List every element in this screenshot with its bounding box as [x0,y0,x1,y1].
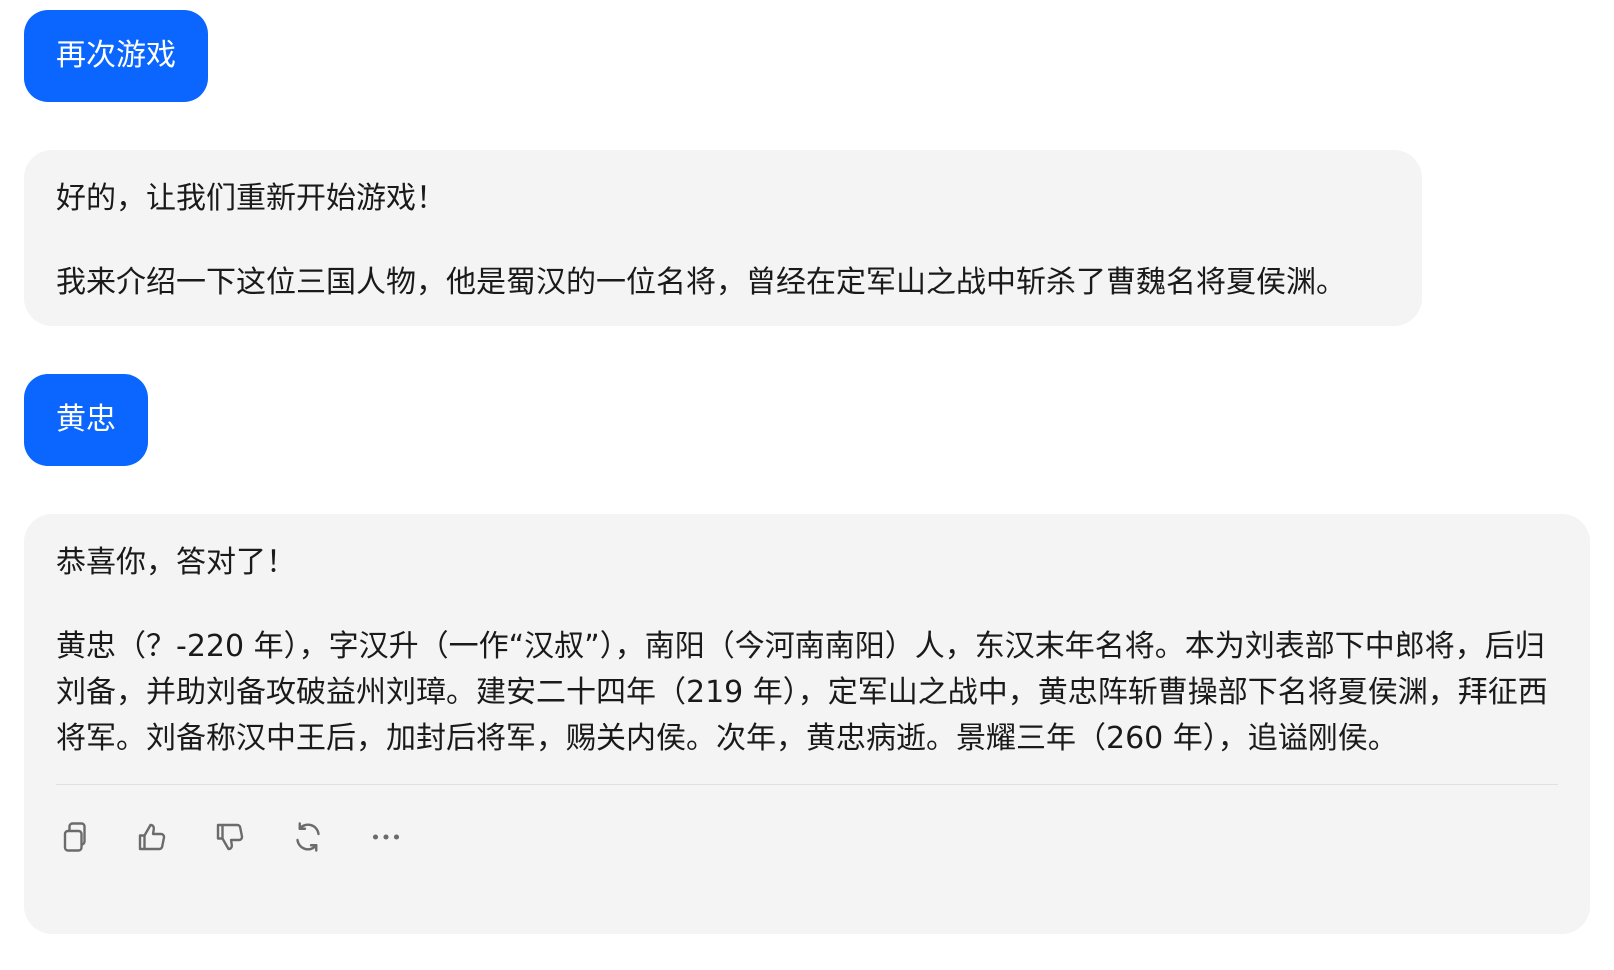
assistant-message-paragraph: 好的，让我们重新开始游戏！ [56,181,446,216]
message-actions [56,813,1558,861]
thumbs-up-icon [138,823,166,851]
assistant-message-bubble: 好的，让我们重新开始游戏！ 我来介绍一下这位三国人物，他是蜀汉的一位名将，曾经在… [24,150,1422,326]
assistant-message-row: 恭喜你，答对了！ 黄忠（？-220 年），字汉升（一作“汉叔”），南阳（今河南南… [24,514,1590,934]
user-message-bubble: 再次游戏 [24,10,208,102]
assistant-message-bubble: 恭喜你，答对了！ 黄忠（？-220 年），字汉升（一作“汉叔”），南阳（今河南南… [24,514,1590,934]
assistant-message-paragraph: 黄忠（？-220 年），字汉升（一作“汉叔”），南阳（今河南南阳）人，东汉末年名… [56,629,1548,756]
user-message-row: 黄忠 [24,374,1590,466]
thumbs-down-button[interactable] [212,813,290,861]
assistant-message-paragraph: 我来介绍一下这位三国人物，他是蜀汉的一位名将，曾经在定军山之战中斩杀了曹魏名将夏… [56,265,1346,300]
more-icon [372,834,400,840]
copy-button[interactable] [56,813,134,861]
refresh-icon [296,822,320,852]
assistant-message-row: 好的，让我们重新开始游戏！ 我来介绍一下这位三国人物，他是蜀汉的一位名将，曾经在… [24,150,1590,326]
more-options-button[interactable] [368,813,446,861]
thumbs-down-icon [216,823,244,851]
message-divider [56,784,1558,785]
user-message-row: 再次游戏 [24,10,1590,102]
copy-icon [63,822,86,852]
assistant-message-paragraph: 恭喜你，答对了！ [56,545,296,580]
regenerate-button[interactable] [290,813,368,861]
thumbs-up-button[interactable] [134,813,212,861]
chat-thread: 再次游戏 好的，让我们重新开始游戏！ 我来介绍一下这位三国人物，他是蜀汉的一位名… [24,10,1590,934]
user-message-bubble: 黄忠 [24,374,148,466]
